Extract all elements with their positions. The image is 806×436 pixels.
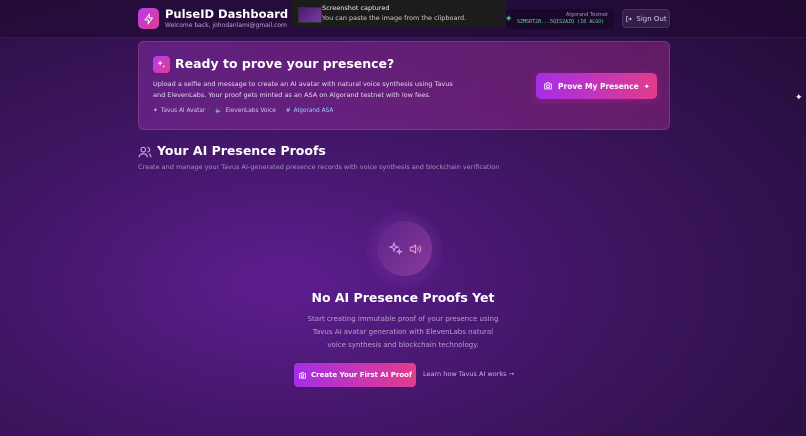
learn-tavus-link[interactable]: Learn how Tavus AI works → (423, 370, 514, 378)
tag-elevenlabs-label: ElevenLabs Voice (225, 108, 276, 114)
hero-title: Ready to prove your presence? (175, 56, 395, 71)
sign-out-button[interactable]: Sign Out (622, 9, 670, 28)
users-icon (138, 146, 152, 158)
section-subtitle: Create and manage your Tavus AI-generate… (138, 163, 500, 171)
welcome-text: Welcome back, johndanlami@gmail.com (165, 22, 287, 29)
prove-presence-label: Prove My Presence (558, 81, 639, 91)
empty-state-description: Start creating immutable proof of your p… (307, 315, 499, 349)
create-first-proof-label: Create Your First AI Proof (311, 371, 412, 379)
create-first-proof-button[interactable]: Create Your First AI Proof (294, 363, 416, 387)
wallet-address: SZMSRT2B...5QIS2AZQ (10 ALGO) (517, 19, 605, 25)
hero-description: Upload a selfie and message to create an… (153, 80, 453, 99)
sign-out-label: Sign Out (636, 14, 667, 23)
feature-tags: ✦ Tavus AI Avatar 🔈 ElevenLabs Voice # A… (153, 108, 333, 114)
screenshot-toast[interactable]: Screenshot captured You can paste the im… (292, 0, 506, 28)
empty-state-badge (377, 221, 432, 276)
tag-algorand: # Algorand ASA (286, 108, 334, 114)
empty-state-title: No AI Presence Proofs Yet (311, 290, 495, 305)
hero-card: Ready to prove your presence? Upload a s… (138, 41, 670, 130)
pulse-logo-icon (138, 8, 159, 29)
prove-presence-button[interactable]: Prove My Presence ✦ (536, 73, 657, 99)
speaker-icon: 🔈 (215, 108, 223, 114)
tag-elevenlabs: 🔈 ElevenLabs Voice (215, 108, 275, 114)
section-title: Your AI Presence Proofs (157, 143, 326, 158)
sparkles-icon (387, 240, 403, 255)
floating-sparkle-icon[interactable]: ✦ (795, 93, 806, 105)
sparkle-icon: ✦ (643, 81, 650, 91)
wallet-network: Algorand Testnet (565, 12, 608, 18)
tag-algorand-label: Algorand ASA (293, 108, 334, 114)
toast-thumbnail (298, 7, 322, 23)
wallet-icon: ◈ (506, 14, 512, 22)
app-title: PulseID Dashboard (165, 7, 289, 21)
camera-icon (544, 82, 552, 90)
hash-icon: # (285, 108, 291, 114)
sparkles-icon (153, 56, 170, 73)
sign-out-icon (626, 15, 633, 22)
avatar-sparkle-icon: ✦ (153, 108, 158, 114)
camera-icon (299, 371, 306, 378)
speaker-icon (409, 243, 421, 254)
wallet-badge[interactable]: ◈ Algorand Testnet SZMSRT2B...5QIS2AZQ (… (506, 9, 614, 29)
tag-tavus: ✦ Tavus AI Avatar (153, 108, 205, 114)
toast-message: You can paste the image from the clipboa… (322, 14, 467, 22)
tag-tavus-label: Tavus AI Avatar (160, 108, 206, 114)
toast-title: Screenshot captured (322, 4, 390, 12)
